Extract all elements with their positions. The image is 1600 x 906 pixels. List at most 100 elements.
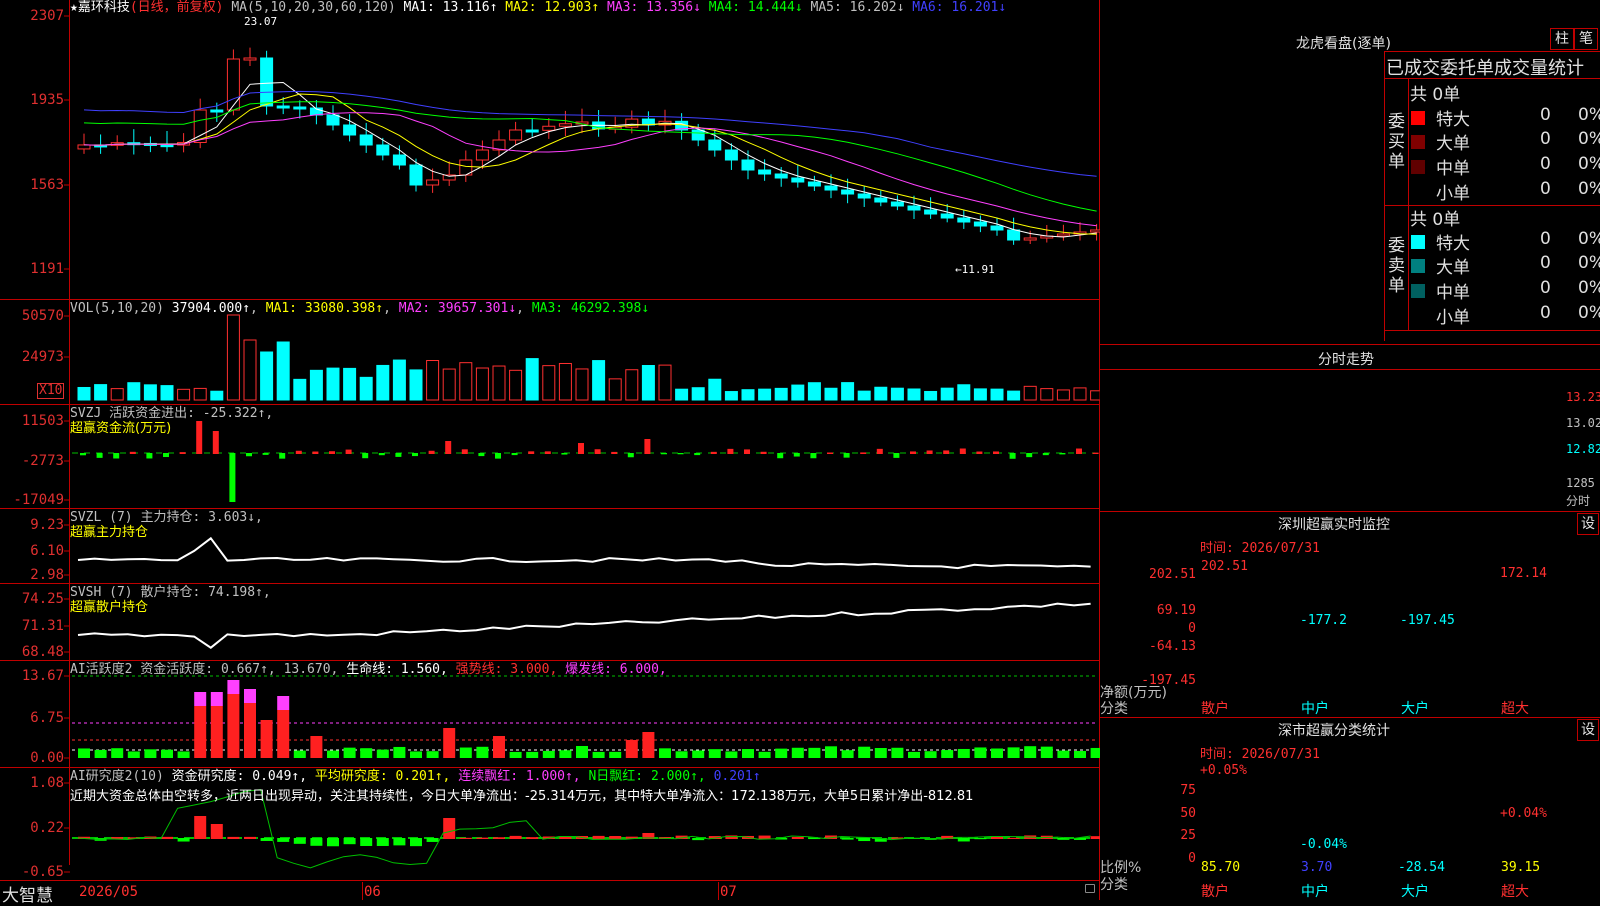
stock-mode[interactable]: (日线，前复权) xyxy=(130,0,224,15)
candle-body-57 xyxy=(1023,237,1037,241)
ai-bar-15 xyxy=(327,750,339,758)
svzj-bar-14 xyxy=(312,451,319,454)
svzj-bar-20 xyxy=(412,453,418,457)
ai-bar-58 xyxy=(1040,746,1053,758)
ai-research-header: AI研究度2(10) 资金研究度: 0.049↑, 平均研究度: 0.201↑,… xyxy=(70,769,761,785)
lock-icon[interactable] xyxy=(1085,884,1095,893)
svzj-bar-56 xyxy=(1009,453,1016,459)
ai-bar-20 xyxy=(410,751,422,758)
buy-row-2-count: 0 xyxy=(1540,154,1551,174)
ai-active-header: AI活跃度2 资金活跃度: 0.667↑, 13.670, 生命线: 1.560… xyxy=(70,662,667,678)
vol-ma3: MA3: 46292.398↓ xyxy=(531,301,650,316)
air-bar-23 xyxy=(459,837,472,839)
svzj-bar-13 xyxy=(295,450,302,454)
air-h-a: AI研究度2(10) xyxy=(70,769,164,784)
sz-monitor-title: 深圳超赢实时监控 xyxy=(1278,517,1390,533)
vol-bar-45 xyxy=(824,387,838,401)
candle-body-42 xyxy=(774,173,788,179)
ai-bar-50 xyxy=(908,751,920,758)
buy-row-2-label: 中单 xyxy=(1436,159,1470,179)
svzj-ylabel-1: -2773 xyxy=(21,453,64,469)
svzj-header: SVZJ 活跃资金进出: -25.322↑, xyxy=(70,406,274,421)
intraday-ylabel-0: 13.23 xyxy=(1566,390,1600,404)
ai-ylabel-0: 13.67 xyxy=(21,668,64,684)
candle-body-53 xyxy=(957,217,971,223)
vol-bar-0 xyxy=(77,386,91,401)
svzl-ylabel-2: 2.98 xyxy=(30,567,64,583)
vol-ylabel-0: 50570 xyxy=(21,308,64,324)
main-chart-canvas[interactable] xyxy=(0,0,1100,900)
szc-top-2: +0.04% xyxy=(1500,806,1547,821)
svzj-bar-50 xyxy=(910,451,916,454)
ai-bar-48 xyxy=(874,748,887,758)
ai-bar-23 xyxy=(459,747,472,758)
vol-bar-1 xyxy=(94,384,108,401)
ai-bar-53 xyxy=(957,748,970,758)
candle-body-39 xyxy=(724,149,738,161)
air-h-d: 连续飘红: 1.000↑, xyxy=(458,769,581,784)
air-bar-6 xyxy=(177,838,190,842)
candle-body-9 xyxy=(226,58,240,111)
sz-class-settings-button[interactable]: 设 xyxy=(1577,719,1599,741)
vol-bar-57 xyxy=(1023,385,1037,401)
air-bar-24 xyxy=(476,837,489,839)
xaxis-label-1: 06 xyxy=(364,884,381,900)
szc-value-0: 85.70 xyxy=(1201,860,1241,875)
vol-bar-5 xyxy=(160,385,174,401)
air-bar-17 xyxy=(360,838,373,847)
candle-body-37 xyxy=(691,129,705,141)
sell-total: 共 0单 xyxy=(1410,210,1461,230)
air-bar-26 xyxy=(509,835,522,839)
tab-bar-mode[interactable]: 柱 xyxy=(1550,28,1574,50)
sz-monitor-settings-button[interactable]: 设 xyxy=(1577,513,1599,535)
buy-row-3-pct: 0% xyxy=(1578,179,1600,199)
ma-header: MA(5,10,20,30,60,120) xyxy=(231,0,396,15)
stock-name[interactable]: 嘉环科技 xyxy=(78,0,130,15)
kline-high-label: 23.07 xyxy=(244,15,278,28)
svsh-ylabel-2: 68.48 xyxy=(21,644,64,660)
vol-bar-6 xyxy=(177,388,191,401)
ai-bar-22 xyxy=(443,728,456,758)
vol-bar-17 xyxy=(359,376,373,401)
ai-bar-51 xyxy=(924,751,937,758)
candle-body-0 xyxy=(77,144,91,150)
ai-bar-5 xyxy=(161,749,173,758)
svzj-bar-9 xyxy=(229,453,236,502)
ma-line-4 xyxy=(83,101,1097,212)
ai-bar-2 xyxy=(111,748,124,758)
vol-bar-61 xyxy=(1090,390,1100,401)
svzj-bar-21 xyxy=(428,450,435,454)
ai-bar-7 xyxy=(194,706,207,758)
ai-bar-32 xyxy=(609,751,622,758)
air-bar-15 xyxy=(327,838,339,847)
ai-bar-33 xyxy=(625,740,638,758)
sz-value-0: 202.51 xyxy=(1201,559,1248,574)
sell-swatch-0 xyxy=(1411,235,1425,249)
vol-bar-50 xyxy=(907,388,921,401)
vol-bar-23 xyxy=(459,362,473,401)
svzj-bar-55 xyxy=(993,451,999,454)
svzj-bar-42 xyxy=(777,453,784,459)
ai-bar-14 xyxy=(310,736,323,758)
buy-row-1-label: 大单 xyxy=(1436,134,1470,154)
sell-row-1-label: 大单 xyxy=(1436,258,1470,278)
tab-tick-mode[interactable]: 笔 xyxy=(1574,28,1598,50)
svzj-bar-10 xyxy=(246,453,252,457)
kline-low-label: ←11.91 xyxy=(955,263,995,276)
air-bar-7 xyxy=(194,816,207,839)
vol-bar-7 xyxy=(193,387,207,401)
candle-body-52 xyxy=(940,213,954,219)
svzj-bar-43 xyxy=(793,453,800,457)
vol-bar-2 xyxy=(110,388,124,401)
svzj-bar-60 xyxy=(1076,448,1082,454)
ai-bar-3 xyxy=(127,751,140,758)
szc-ylabel-3: 0 xyxy=(1188,851,1196,866)
svsh-header: SVSH (7) 散户持仓: 74.198↑, xyxy=(70,585,271,600)
dragon-divider-top xyxy=(1384,51,1600,52)
svzj-bar-49 xyxy=(893,453,900,458)
ma3-label: MA3: 13.356↓ xyxy=(607,0,701,15)
vol-bar-19 xyxy=(392,359,406,401)
candle-body-44 xyxy=(807,181,821,187)
ai-bar-36 xyxy=(675,751,688,758)
vol-ma2: MA2: 39657.301↓ xyxy=(398,301,517,316)
